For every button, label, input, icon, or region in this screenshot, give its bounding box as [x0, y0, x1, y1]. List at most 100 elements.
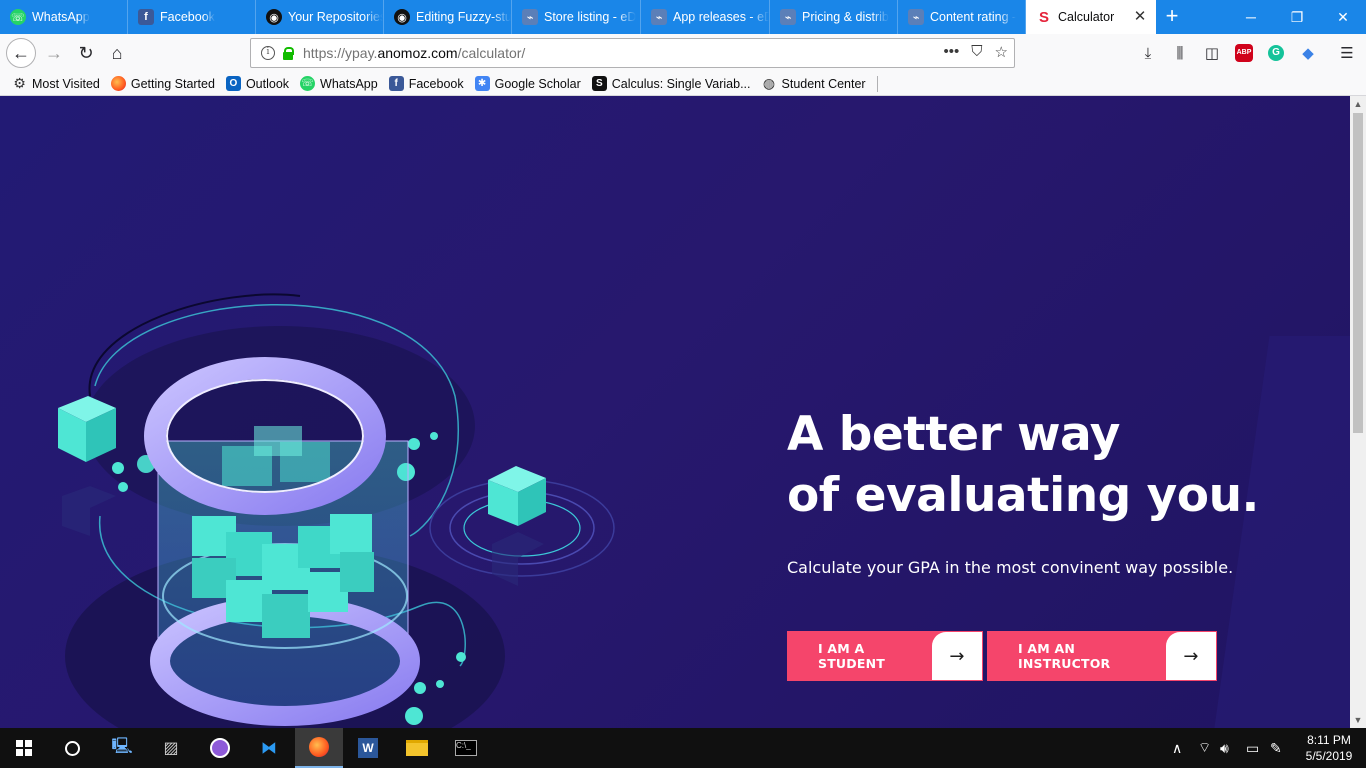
- taskbar-word[interactable]: W: [344, 728, 392, 768]
- scroll-down-icon[interactable]: ▼: [1350, 712, 1366, 728]
- facebook-icon: f: [388, 76, 404, 91]
- taskbar-terminal[interactable]: C:\_: [442, 728, 490, 768]
- gear-icon: ⚙: [13, 75, 26, 91]
- play-console-icon: ⌁: [522, 9, 538, 25]
- page-actions-icon[interactable]: •••: [944, 43, 960, 61]
- orbit-dot: [414, 682, 426, 694]
- volume-icon[interactable]: 🔊︎: [1220, 728, 1229, 768]
- orbit-dot: [436, 680, 444, 688]
- tab-title: Facebook: [160, 10, 215, 24]
- graduation-cap-icon[interactable]: ◆: [1297, 42, 1319, 64]
- coursera-s-icon: S: [591, 76, 607, 91]
- computer-icon: 🖳: [111, 737, 133, 755]
- bookmark-whatsapp[interactable]: ☏ WhatsApp: [300, 76, 378, 91]
- bookmark-google-scholar[interactable]: ✱ Google Scholar: [474, 76, 581, 91]
- url-domain: anomoz.com: [377, 45, 458, 61]
- bookmark-student-center[interactable]: ◍ Student Center: [762, 75, 866, 91]
- reload-button[interactable]: ↻: [72, 39, 100, 67]
- bookmark-label: Calculus: Single Variab...: [611, 76, 751, 91]
- system-clock[interactable]: 8:11 PM 5/5/2019: [1296, 732, 1362, 764]
- hero-title: A better way of evaluating you.: [787, 404, 1259, 526]
- taskbar-firefox[interactable]: [295, 728, 343, 768]
- bookmark-getting-started[interactable]: Getting Started: [110, 76, 215, 91]
- sidebar-icon[interactable]: ◫: [1201, 42, 1223, 64]
- taskbar-vscode[interactable]: ⧓: [245, 728, 293, 768]
- taskbar-this-pc[interactable]: 🖳: [98, 728, 146, 768]
- pen-workspace-icon[interactable]: ✎: [1270, 728, 1282, 768]
- bookmarks-toolbar: ⚙ Most Visited Getting Started O Outlook…: [0, 72, 1366, 96]
- tab-editing-fuzzy[interactable]: ◉ Editing Fuzzy-stu: [384, 0, 512, 34]
- bookmark-star-icon[interactable]: ☆: [995, 43, 1008, 61]
- show-hidden-icons[interactable]: ∧: [1172, 728, 1182, 768]
- home-button[interactable]: ⌂: [103, 39, 131, 67]
- page-scrollbar[interactable]: ▲ ▼: [1350, 96, 1366, 728]
- address-bar[interactable]: i https://ypay.anomoz.com/calculator/ ••…: [250, 38, 1015, 68]
- grammarly-icon[interactable]: G: [1265, 42, 1287, 64]
- downloads-icon[interactable]: ⤓: [1137, 42, 1159, 64]
- wifi-icon[interactable]: ⌔: [1198, 728, 1211, 768]
- folder-icon: [406, 740, 428, 756]
- word-icon: W: [358, 738, 378, 758]
- adblock-plus-icon[interactable]: ABP: [1233, 42, 1255, 64]
- cortana-button[interactable]: [48, 728, 96, 768]
- i-am-an-instructor-button[interactable]: I AM AN INSTRUCTOR →: [987, 631, 1217, 681]
- orbit-dot: [456, 652, 466, 662]
- lock-icon[interactable]: [283, 46, 294, 60]
- tab-content-rating[interactable]: ⌁ Content rating -: [898, 0, 1026, 34]
- scroll-up-icon[interactable]: ▲: [1350, 96, 1366, 112]
- url-text[interactable]: https://ypay.anomoz.com/calculator/: [303, 45, 525, 61]
- home-icon: ⌂: [111, 42, 123, 63]
- outlook-icon: O: [225, 76, 241, 91]
- tab-facebook[interactable]: f Facebook: [128, 0, 256, 34]
- firefox-icon: [309, 737, 329, 757]
- scrollbar-thumb[interactable]: [1353, 113, 1363, 433]
- input-method-icon[interactable]: ▭: [1246, 728, 1259, 768]
- bookmark-most-visited[interactable]: ⚙ Most Visited: [12, 75, 100, 91]
- info-icon[interactable]: i: [261, 46, 275, 60]
- tab-app-releases[interactable]: ⌁ App releases - eD: [641, 0, 770, 34]
- globe-icon: ◍: [762, 75, 776, 91]
- orbit-dot: [405, 707, 423, 725]
- tab-title: WhatsApp: [32, 10, 90, 24]
- vscode-icon: ⧓: [261, 740, 277, 757]
- arrow-right-icon: →: [1166, 632, 1216, 680]
- tab-pricing-distribution[interactable]: ⌁ Pricing & distrib: [770, 0, 898, 34]
- url-prefix: https://ypay.: [303, 45, 378, 61]
- bookmarks-separator: [876, 75, 878, 92]
- pocket-icon[interactable]: ⛉: [971, 43, 982, 61]
- bookmark-calculus[interactable]: S Calculus: Single Variab...: [591, 76, 751, 91]
- bookmark-facebook[interactable]: f Facebook: [388, 76, 464, 91]
- facebook-icon: f: [138, 9, 154, 25]
- orbit-dot: [118, 482, 128, 492]
- start-button[interactable]: [0, 728, 48, 768]
- new-tab-button[interactable]: +: [1160, 5, 1184, 29]
- tab-title: Editing Fuzzy-stu: [416, 10, 511, 24]
- scholar-icon: ✱: [474, 76, 490, 91]
- tab-store-listing[interactable]: ⌁ Store listing - eD: [512, 0, 641, 34]
- menu-icon[interactable]: ☰: [1336, 42, 1358, 64]
- tab-calculator[interactable]: S Calculator ✕: [1026, 0, 1156, 34]
- library-icon[interactable]: ⫼: [1169, 42, 1191, 64]
- maximize-button[interactable]: ❐: [1274, 0, 1320, 34]
- url-actions: ••• ⛉ ☆: [944, 43, 1008, 61]
- close-tab-icon[interactable]: ✕: [1132, 9, 1148, 25]
- forward-button[interactable]: →: [40, 39, 68, 67]
- github-desktop-icon: [210, 738, 230, 758]
- arrow-right-icon: →: [45, 42, 63, 63]
- bookmark-label: Google Scholar: [494, 76, 581, 91]
- taskbar-file-explorer[interactable]: [393, 728, 441, 768]
- close-window-button[interactable]: ✕: [1320, 0, 1366, 34]
- bookmark-label: Getting Started: [130, 76, 215, 91]
- back-button[interactable]: ←: [6, 38, 36, 68]
- tab-your-repositories[interactable]: ◉ Your Repositories: [256, 0, 384, 34]
- bookmark-label: Student Center: [781, 76, 866, 91]
- minimize-button[interactable]: ─: [1228, 0, 1274, 34]
- bookmark-outlook[interactable]: O Outlook: [225, 76, 289, 91]
- taskbar-github-desktop[interactable]: [196, 728, 244, 768]
- play-console-icon: ⌁: [908, 9, 924, 25]
- windows-taskbar: 🖳 ▨ ⧓ W C:\_ ∧ ⌔ 🔊︎ ▭ ✎ 8:11 PM 5/5/2019: [0, 728, 1366, 768]
- github-icon: ◉: [394, 9, 410, 25]
- taskbar-photos[interactable]: ▨: [147, 728, 195, 768]
- tab-whatsapp[interactable]: ☏ WhatsApp: [0, 0, 128, 34]
- i-am-a-student-button[interactable]: I AM A STUDENT →: [787, 631, 983, 681]
